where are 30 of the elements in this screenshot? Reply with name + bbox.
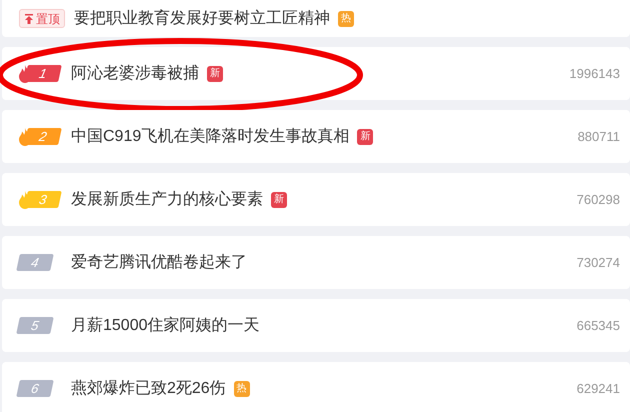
list-card[interactable]: 置顶 要把职业教育发展好要树立工匠精神 热	[2, 0, 630, 37]
topic-title[interactable]: 爱奇艺腾讯优酷卷起来了	[71, 250, 247, 274]
topic-title[interactable]: 中国C919飞机在美降落时发生事故真相	[71, 124, 350, 148]
tag-badge: 新	[271, 192, 287, 208]
list-card[interactable]: 5 月薪15000住家阿姨的一天 665345	[2, 299, 630, 352]
tag-badge: 新	[357, 128, 374, 144]
list-card[interactable]: 3 发展新质生产力的核心要素 新 760298	[2, 173, 630, 226]
heat-count: 880711	[578, 128, 620, 146]
list-card[interactable]: 1 阿沁老婆涉毒被捕 新 1996143	[2, 47, 630, 100]
list-card[interactable]: 6 燕郊爆炸已致2死26伤 热 629241	[2, 362, 630, 412]
list-card[interactable]: 4 爱奇艺腾讯优酷卷起来了 730274	[2, 236, 630, 289]
pin-top-icon	[24, 14, 34, 24]
topic-title[interactable]: 阿沁老婆涉毒被捕	[71, 62, 199, 86]
heat-count: 730274	[576, 254, 620, 272]
heat-count: 629241	[576, 380, 620, 398]
tag-badge: 热	[338, 10, 354, 26]
rank-badge: 6	[16, 380, 54, 397]
topic-title[interactable]: 燕郊爆炸已致2死26伤	[71, 376, 226, 400]
tag-badge: 热	[234, 380, 250, 396]
topic-title[interactable]: 发展新质生产力的核心要素	[71, 188, 263, 212]
heat-count: 1996143	[569, 64, 620, 83]
topic-title[interactable]: 月薪15000住家阿姨的一天	[71, 314, 260, 338]
rank-badge: 4	[16, 254, 54, 271]
tag-badge: 新	[207, 66, 223, 82]
rank-badge: 5	[16, 317, 54, 334]
list-card[interactable]: 2 中国C919飞机在美降落时发生事故真相 新 880711	[2, 110, 630, 163]
heat-count: 760298	[576, 190, 620, 209]
heat-count: 665345	[576, 316, 620, 335]
topic-title[interactable]: 要把职业教育发展好要树立工匠精神	[74, 6, 330, 30]
pinned-badge: 置顶	[19, 9, 65, 28]
